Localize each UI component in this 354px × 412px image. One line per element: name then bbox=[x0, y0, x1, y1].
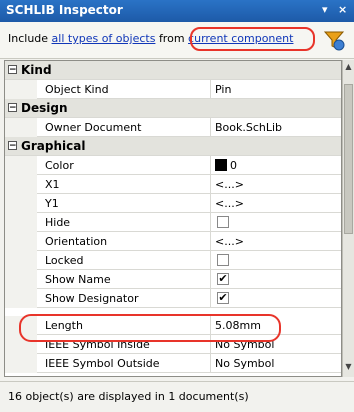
collapse-icon[interactable]: − bbox=[8, 65, 17, 75]
dropdown-icon[interactable]: ▾ bbox=[322, 3, 328, 16]
property-row[interactable]: Orientation <...> bbox=[5, 232, 341, 251]
category-graphical[interactable]: − Graphical bbox=[5, 137, 341, 156]
show-name-checkbox[interactable]: ✔ bbox=[217, 273, 229, 285]
vertical-scrollbar[interactable]: ▲ ▼ bbox=[342, 60, 354, 377]
include-filter-bar: Include all types of objects from curren… bbox=[0, 22, 354, 59]
schlib-inspector-panel: SCHLIB Inspector ▾ × Include all types o… bbox=[0, 0, 354, 412]
color-swatch[interactable] bbox=[215, 159, 227, 171]
property-row[interactable]: Show Designator ✔ bbox=[5, 289, 341, 308]
scroll-up-icon[interactable]: ▲ bbox=[344, 62, 353, 74]
property-row[interactable]: Object Kind Pin bbox=[5, 80, 341, 99]
hide-checkbox[interactable] bbox=[217, 216, 229, 228]
title-bar: SCHLIB Inspector ▾ × bbox=[0, 0, 354, 22]
category-kind[interactable]: − Kind bbox=[5, 61, 341, 80]
property-row[interactable]: Hide bbox=[5, 213, 341, 232]
collapse-icon[interactable]: − bbox=[8, 103, 17, 113]
panel-title: SCHLIB Inspector bbox=[6, 3, 123, 17]
collapse-icon[interactable]: − bbox=[8, 141, 17, 151]
highlight-length bbox=[19, 314, 281, 342]
status-bar: 16 object(s) are displayed in 1 document… bbox=[0, 381, 354, 412]
locked-checkbox[interactable] bbox=[217, 254, 229, 266]
property-row[interactable]: X1 <...> bbox=[5, 175, 341, 194]
close-icon[interactable]: × bbox=[338, 3, 347, 16]
property-row[interactable]: Color 0 bbox=[5, 156, 341, 175]
all-types-link[interactable]: all types of objects bbox=[52, 32, 156, 45]
scrollbar-thumb[interactable] bbox=[344, 84, 353, 234]
property-row[interactable]: Y1 <...> bbox=[5, 194, 341, 213]
filter-icon[interactable] bbox=[322, 29, 346, 51]
status-text: 16 object(s) are displayed in 1 document… bbox=[8, 390, 249, 403]
category-design[interactable]: − Design bbox=[5, 99, 341, 118]
highlight-current-component bbox=[190, 27, 315, 51]
property-row[interactable]: IEEE Symbol Outside No Symbol bbox=[5, 354, 341, 373]
show-designator-checkbox[interactable]: ✔ bbox=[217, 292, 229, 304]
property-row[interactable]: Locked bbox=[5, 251, 341, 270]
property-row[interactable]: Owner Document Book.SchLib bbox=[5, 118, 341, 137]
property-row[interactable]: Show Name ✔ bbox=[5, 270, 341, 289]
scroll-down-icon[interactable]: ▼ bbox=[344, 362, 353, 374]
